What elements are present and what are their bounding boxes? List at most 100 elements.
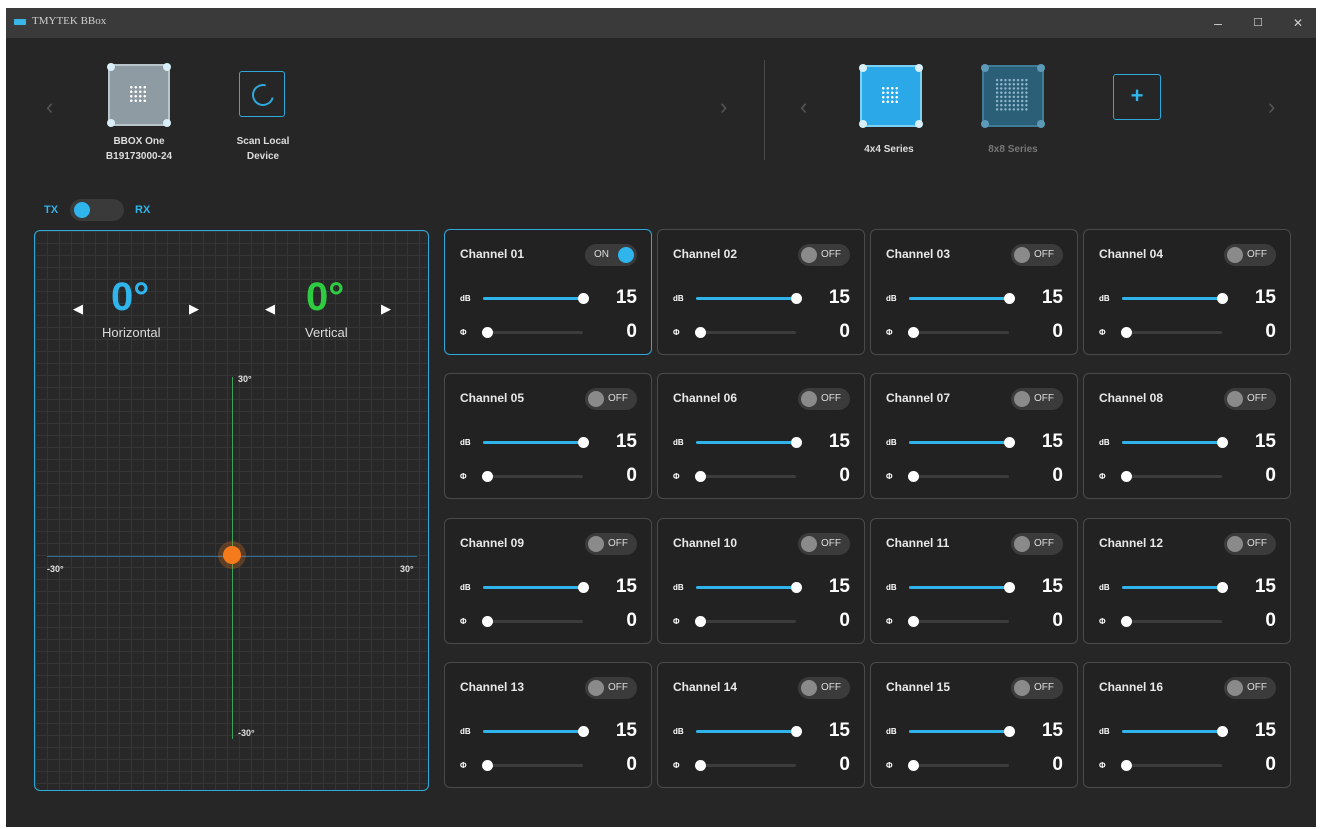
db-slider[interactable]	[696, 437, 802, 448]
channel-card[interactable]: Channel 14 OFF dB 15 Φ 0	[657, 662, 865, 788]
beam-direction-point[interactable]	[223, 546, 241, 564]
channel-card[interactable]: Channel 12 OFF dB 15 Φ 0	[1083, 518, 1291, 644]
channel-power-toggle[interactable]: OFF	[798, 533, 850, 555]
db-slider-knob[interactable]	[578, 726, 589, 737]
channel-power-toggle[interactable]: OFF	[1011, 388, 1063, 410]
phase-slider[interactable]	[482, 760, 583, 771]
db-slider-knob[interactable]	[1217, 437, 1228, 448]
phase-slider[interactable]	[908, 327, 1009, 338]
channel-card[interactable]: Channel 06 OFF dB 15 Φ 0	[657, 373, 865, 499]
phase-slider[interactable]	[695, 760, 796, 771]
device-prev-icon[interactable]: ‹	[46, 94, 53, 120]
phase-slider-knob[interactable]	[1121, 471, 1132, 482]
channel-power-toggle[interactable]: OFF	[798, 244, 850, 266]
beam-steering-panel[interactable]: ◀ 0° ▶ Horizontal ◀ 0° ▶ Vertical 30° -3…	[34, 230, 429, 791]
channel-card[interactable]: Channel 11 OFF dB 15 Φ 0	[870, 518, 1078, 644]
db-slider-knob[interactable]	[1217, 293, 1228, 304]
phase-slider[interactable]	[1121, 471, 1222, 482]
minimize-button[interactable]: –	[1198, 8, 1238, 38]
phase-slider-knob[interactable]	[695, 471, 706, 482]
phase-slider[interactable]	[1121, 616, 1222, 627]
db-slider[interactable]	[909, 582, 1015, 593]
channel-card[interactable]: Channel 10 OFF dB 15 Φ 0	[657, 518, 865, 644]
phase-slider-knob[interactable]	[482, 760, 493, 771]
phase-slider-knob[interactable]	[482, 471, 493, 482]
phase-slider[interactable]	[482, 616, 583, 627]
channel-power-toggle[interactable]: OFF	[1224, 677, 1276, 699]
phase-slider[interactable]	[482, 471, 583, 482]
channel-card[interactable]: Channel 13 OFF dB 15 Φ 0	[444, 662, 652, 788]
db-slider-knob[interactable]	[1004, 293, 1015, 304]
db-slider-knob[interactable]	[791, 726, 802, 737]
vertical-decrease-icon[interactable]: ◀	[265, 301, 275, 317]
db-slider[interactable]	[1122, 293, 1228, 304]
db-slider-knob[interactable]	[791, 293, 802, 304]
channel-card[interactable]: Channel 16 OFF dB 15 Φ 0	[1083, 662, 1291, 788]
channel-card[interactable]: Channel 15 OFF dB 15 Φ 0	[870, 662, 1078, 788]
phase-slider-knob[interactable]	[695, 616, 706, 627]
phase-slider-knob[interactable]	[695, 327, 706, 338]
phase-slider-knob[interactable]	[908, 327, 919, 338]
channel-card[interactable]: Channel 03 OFF dB 15 Φ 0	[870, 229, 1078, 355]
phase-slider[interactable]	[908, 616, 1009, 627]
maximize-button[interactable]: ☐	[1238, 8, 1278, 38]
channel-power-toggle[interactable]: OFF	[798, 677, 850, 699]
phase-slider-knob[interactable]	[908, 616, 919, 627]
db-slider[interactable]	[483, 582, 589, 593]
channel-power-toggle[interactable]: OFF	[1011, 244, 1063, 266]
db-slider[interactable]	[909, 437, 1015, 448]
channel-card[interactable]: Channel 08 OFF dB 15 Φ 0	[1083, 373, 1291, 499]
channel-power-toggle[interactable]: OFF	[585, 533, 637, 555]
tx-rx-toggle[interactable]	[70, 199, 124, 221]
phase-slider[interactable]	[695, 616, 796, 627]
db-slider-knob[interactable]	[1004, 582, 1015, 593]
horizontal-increase-icon[interactable]: ▶	[189, 301, 199, 317]
phase-slider[interactable]	[1121, 760, 1222, 771]
db-slider[interactable]	[483, 437, 589, 448]
db-slider-knob[interactable]	[578, 293, 589, 304]
phase-slider[interactable]	[695, 327, 796, 338]
device-next-icon[interactable]: ›	[720, 94, 727, 120]
phase-slider[interactable]	[908, 471, 1009, 482]
channel-card[interactable]: Channel 09 OFF dB 15 Φ 0	[444, 518, 652, 644]
db-slider[interactable]	[696, 726, 802, 737]
channel-power-toggle[interactable]: OFF	[585, 677, 637, 699]
db-slider-knob[interactable]	[578, 582, 589, 593]
channel-power-toggle[interactable]: OFF	[1224, 533, 1276, 555]
phase-slider-knob[interactable]	[482, 616, 493, 627]
db-slider[interactable]	[483, 293, 589, 304]
channel-power-toggle[interactable]: ON	[585, 244, 637, 266]
channel-card[interactable]: Channel 04 OFF dB 15 Φ 0	[1083, 229, 1291, 355]
channel-power-toggle[interactable]: OFF	[1224, 244, 1276, 266]
phase-slider-knob[interactable]	[908, 760, 919, 771]
db-slider[interactable]	[1122, 437, 1228, 448]
bbox-one-device[interactable]	[107, 63, 171, 127]
db-slider-knob[interactable]	[791, 582, 802, 593]
db-slider-knob[interactable]	[1217, 726, 1228, 737]
db-slider[interactable]	[1122, 726, 1228, 737]
series-prev-icon[interactable]: ‹	[800, 94, 807, 120]
db-slider-knob[interactable]	[578, 437, 589, 448]
channel-power-toggle[interactable]: OFF	[1011, 677, 1063, 699]
close-button[interactable]: ✕	[1278, 8, 1316, 38]
db-slider[interactable]	[909, 726, 1015, 737]
db-slider[interactable]	[696, 582, 802, 593]
db-slider[interactable]	[696, 293, 802, 304]
db-slider-knob[interactable]	[1004, 437, 1015, 448]
db-slider[interactable]	[909, 293, 1015, 304]
channel-power-toggle[interactable]: OFF	[1011, 533, 1063, 555]
channel-power-toggle[interactable]: OFF	[585, 388, 637, 410]
series-4x4-chip[interactable]	[859, 64, 923, 128]
phase-slider-knob[interactable]	[1121, 760, 1132, 771]
series-next-icon[interactable]: ›	[1268, 94, 1275, 120]
channel-card[interactable]: Channel 01 ON dB 15 Φ 0	[444, 229, 652, 355]
db-slider-knob[interactable]	[1217, 582, 1228, 593]
db-slider[interactable]	[483, 726, 589, 737]
phase-slider[interactable]	[695, 471, 796, 482]
channel-card[interactable]: Channel 02 OFF dB 15 Φ 0	[657, 229, 865, 355]
phase-slider[interactable]	[482, 327, 583, 338]
channel-card[interactable]: Channel 07 OFF dB 15 Φ 0	[870, 373, 1078, 499]
phase-slider-knob[interactable]	[908, 471, 919, 482]
phase-slider-knob[interactable]	[482, 327, 493, 338]
channel-card[interactable]: Channel 05 OFF dB 15 Φ 0	[444, 373, 652, 499]
